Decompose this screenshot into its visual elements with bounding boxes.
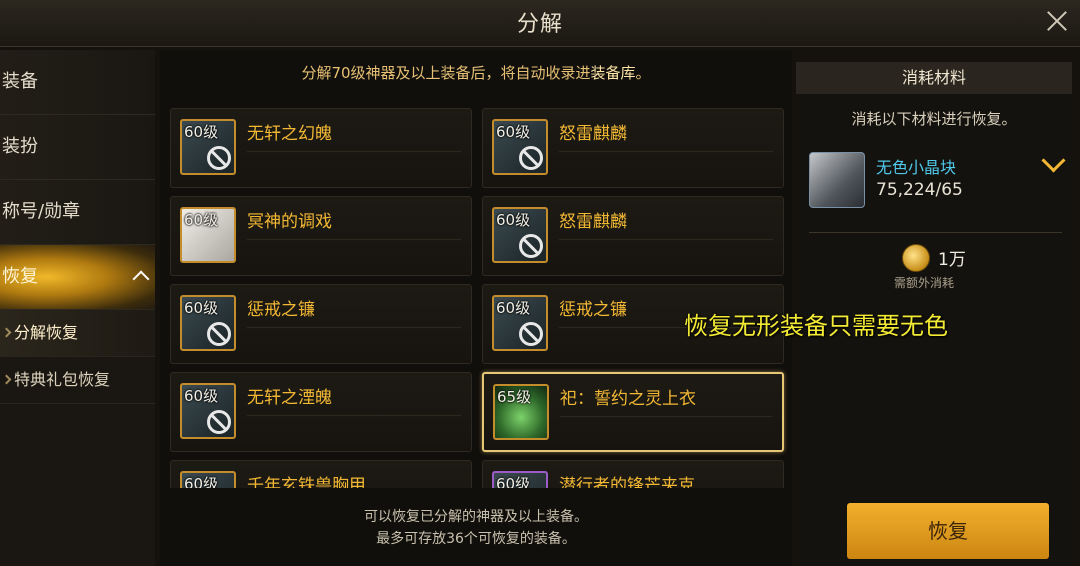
sidebar-item-label: 装扮 xyxy=(2,136,38,157)
item-name: 冥神的调戏 xyxy=(247,212,332,232)
bullet-icon xyxy=(1,374,12,385)
item-grid[interactable]: 60级 无轩之幻魄 60级 怒雷麒麟 60级 冥神的调戏 60级 怒雷麒麟 60… xyxy=(170,108,792,488)
material-name: 无色小晶块 xyxy=(876,158,957,177)
divider xyxy=(560,416,772,417)
chevron-down-icon[interactable] xyxy=(1041,148,1066,173)
item-level: 60级 xyxy=(496,299,531,317)
divider xyxy=(247,415,461,416)
sidebar-subitem-disassemble-restore[interactable]: 分解恢复 xyxy=(0,310,155,357)
item-level: 60级 xyxy=(496,475,531,488)
item-icon: 60级 xyxy=(180,295,236,351)
item-icon: 60级 xyxy=(492,471,548,488)
item-level: 60级 xyxy=(184,123,219,141)
item-icon: 60级 xyxy=(492,295,548,351)
item-icon: 65级 xyxy=(493,384,549,440)
unavailable-icon xyxy=(519,146,543,170)
item-level: 60级 xyxy=(496,123,531,141)
item-icon: 60级 xyxy=(180,471,236,488)
sidebar-item-costume[interactable]: 装扮 xyxy=(0,115,155,180)
item-level: 60级 xyxy=(496,211,531,229)
item-card[interactable]: 60级 冥神的调戏 xyxy=(170,196,472,276)
item-name: 惩戒之镰 xyxy=(559,300,627,320)
unavailable-icon xyxy=(519,322,543,346)
sidebar: 装备 装扮 称号/勋章 恢复 分解恢复 特典礼包恢复 xyxy=(0,50,155,566)
divider xyxy=(559,239,773,240)
restore-info-line: 可以恢复已分解的神器及以上装备。 xyxy=(364,509,588,525)
divider xyxy=(809,232,1062,233)
item-name: 惩戒之镰 xyxy=(247,300,315,320)
unavailable-icon xyxy=(207,410,231,434)
gold-cost: 1万 xyxy=(938,250,966,270)
item-icon: 60级 xyxy=(492,207,548,263)
item-name: 潜行者的锋芒夹克 xyxy=(559,476,695,488)
item-name: 无轩之湮魄 xyxy=(247,388,332,408)
unavailable-icon xyxy=(519,234,543,258)
notice-suffix: 。 xyxy=(635,64,651,82)
item-level: 60级 xyxy=(184,387,219,405)
material-count: 75,224/65 xyxy=(876,180,963,200)
sidebar-item-equipment[interactable]: 装备 xyxy=(0,50,155,115)
unavailable-icon xyxy=(207,146,231,170)
divider xyxy=(247,239,461,240)
item-level: 65级 xyxy=(497,388,532,406)
item-card[interactable]: 60级 无轩之幻魄 xyxy=(170,108,472,188)
sidebar-subitem-label: 分解恢复 xyxy=(14,323,79,342)
bullet-icon xyxy=(1,327,12,338)
crystal-icon[interactable] xyxy=(809,152,865,208)
sidebar-item-title-medal[interactable]: 称号/勋章 xyxy=(0,180,155,245)
divider xyxy=(247,151,461,152)
restore-info-line: 最多可存放36个可恢复的装备。 xyxy=(376,531,576,547)
item-card[interactable]: 60级 怒雷麒麟 xyxy=(482,108,784,188)
materials-header: 消耗材料 xyxy=(796,62,1072,94)
window-title: 分解 xyxy=(516,12,563,37)
notice-prefix: 分解70级神器及以上装备后，将自动收录进 xyxy=(301,64,591,82)
item-icon: 60级 xyxy=(180,383,236,439)
item-card-selected[interactable]: 65级 祀：誓约之灵上衣 xyxy=(482,372,784,452)
item-name: 无轩之幻魄 xyxy=(247,124,332,144)
item-card[interactable]: 60级 潜行者的锋芒夹克 xyxy=(482,460,784,488)
divider xyxy=(247,327,461,328)
item-level: 60级 xyxy=(184,475,219,488)
materials-desc: 消耗以下材料进行恢复。 xyxy=(851,110,1017,128)
sidebar-subitem-package-restore[interactable]: 特典礼包恢复 xyxy=(0,357,155,404)
item-card[interactable]: 60级 怒雷麒麟 xyxy=(482,196,784,276)
sidebar-item-label: 称号/勋章 xyxy=(2,201,81,222)
notice-highlight[interactable]: 装备库 xyxy=(591,64,636,82)
close-icon[interactable] xyxy=(1040,4,1074,38)
gold-coin-icon xyxy=(902,244,930,272)
caption-overlay: 恢复无形装备只需要无色 xyxy=(684,312,948,340)
chevron-up-icon xyxy=(132,270,150,288)
sidebar-item-label: 装备 xyxy=(2,71,38,92)
divider xyxy=(559,151,773,152)
title-bar: 分解 xyxy=(0,0,1080,47)
sidebar-item-label: 恢复 xyxy=(2,266,38,287)
sidebar-subitem-label: 特典礼包恢复 xyxy=(14,370,111,389)
item-name: 千年玄铁兽胸甲 xyxy=(247,476,366,488)
item-icon: 60级 xyxy=(180,207,236,263)
item-card[interactable]: 60级 千年玄铁兽胸甲 xyxy=(170,460,472,488)
item-icon: 60级 xyxy=(492,119,548,175)
item-name: 怒雷麒麟 xyxy=(559,212,627,232)
item-level: 60级 xyxy=(184,211,219,229)
item-name: 怒雷麒麟 xyxy=(559,124,627,144)
item-icon: 60级 xyxy=(180,119,236,175)
restore-info: 可以恢复已分解的神器及以上装备。 最多可存放36个可恢复的装备。 xyxy=(160,506,792,550)
cost-label: 需额外消耗 xyxy=(893,276,954,290)
item-name: 祀：誓约之灵上衣 xyxy=(560,389,696,409)
notice-text: 分解70级神器及以上装备后，将自动收录进装备库。 xyxy=(160,62,792,83)
restore-button[interactable]: 恢复 xyxy=(847,503,1049,559)
item-card[interactable]: 60级 惩戒之镰 xyxy=(170,284,472,364)
sidebar-item-restore[interactable]: 恢复 xyxy=(0,245,155,310)
unavailable-icon xyxy=(207,322,231,346)
item-card[interactable]: 60级 无轩之湮魄 xyxy=(170,372,472,452)
item-level: 60级 xyxy=(184,299,219,317)
